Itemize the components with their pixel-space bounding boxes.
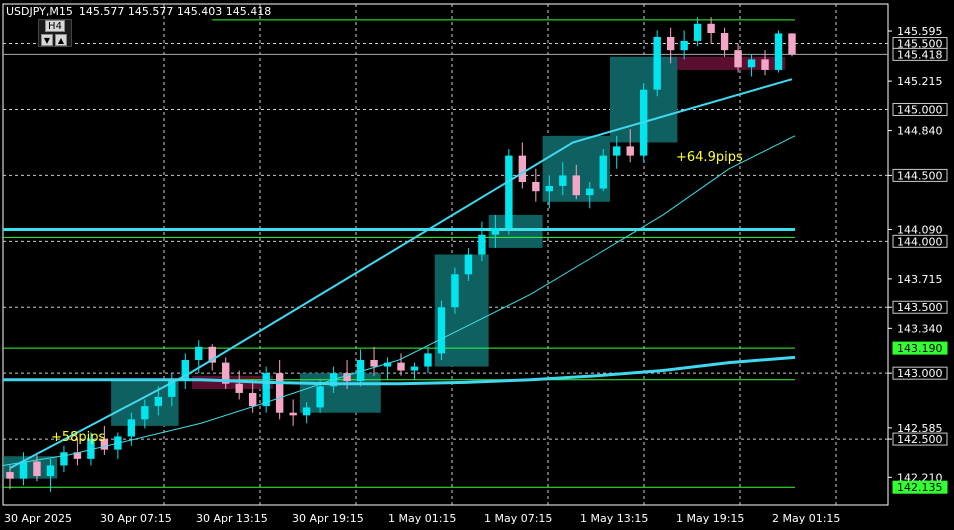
candlestick-chart: 145.595145.215144.840144.500144.090143.7… <box>2 3 948 525</box>
bull-candle <box>60 452 68 466</box>
time-label: 1 May 07:15 <box>484 512 552 525</box>
symbol-header: USDJPY,M15 145.577 145.577 145.403 145.41… <box>6 5 271 18</box>
price-tag-label: 143.190 <box>897 342 943 355</box>
bull-candle <box>302 407 311 416</box>
price-tag-label: 145.000 <box>897 103 943 116</box>
bull-candle <box>478 234 486 255</box>
time-label: 30 Apr 07:15 <box>100 512 172 525</box>
bull-candle <box>747 59 756 68</box>
bear-candle <box>788 33 796 55</box>
bull-candle <box>46 465 55 476</box>
timeframe-up-button[interactable]: ▲ <box>55 34 67 46</box>
price-tag-label: 143.500 <box>897 301 943 314</box>
bull-candle <box>464 254 473 275</box>
time-label: 30 Apr 13:15 <box>196 512 268 525</box>
bear-candle <box>532 181 540 192</box>
bull-candle <box>680 40 688 51</box>
bear-candle <box>572 175 580 196</box>
time-label: 30 Apr 2025 <box>4 512 72 525</box>
bull-candle <box>127 419 136 437</box>
bear-candle <box>666 36 675 51</box>
zone-layer <box>3 56 786 479</box>
price-tag-label: 142.135 <box>897 481 943 494</box>
bear-candle <box>235 383 243 393</box>
bull-candle <box>154 396 163 407</box>
time-label: 1 May 01:15 <box>388 512 456 525</box>
price-tag-label: 142.500 <box>897 433 943 446</box>
bull-candle <box>599 155 607 189</box>
bear-candle <box>370 359 378 367</box>
bull-candle <box>19 461 28 479</box>
magenta-zone <box>677 56 786 70</box>
bull-candle <box>491 228 500 235</box>
time-label: 2 May 01:15 <box>772 512 840 525</box>
bull-candle <box>437 307 446 354</box>
timeframe-down-button[interactable]: ▼ <box>41 34 53 46</box>
time-label: 1 May 13:15 <box>580 512 648 525</box>
price-tick-label: 144.840 <box>897 125 943 138</box>
bull-candle <box>653 36 661 90</box>
price-tick-label: 145.215 <box>897 75 943 88</box>
bear-candle <box>734 50 742 68</box>
bull-candle <box>613 146 621 156</box>
price-tag-label: 145.418 <box>897 48 943 61</box>
price-tag-label: 143.000 <box>897 367 943 380</box>
bull-candle <box>316 386 324 408</box>
bear-candle <box>518 155 527 182</box>
pips-annotation: +64.9pips <box>676 150 743 165</box>
bear-candle <box>6 472 14 479</box>
time-label: 30 Apr 19:15 <box>292 512 364 525</box>
bull-candle <box>424 353 432 367</box>
bear-candle <box>289 412 297 416</box>
bull-candle <box>774 33 783 70</box>
price-tick-label: 145.595 <box>897 25 943 38</box>
bull-candle <box>505 155 513 229</box>
teal-zone <box>299 373 381 413</box>
price-tick-label: 143.715 <box>897 273 943 286</box>
bull-candle <box>141 406 149 420</box>
pips-annotation: +58pips <box>51 430 106 445</box>
bear-candle <box>707 23 715 34</box>
timeframe-selector: H4 ▼ ▲ <box>38 19 72 47</box>
bull-candle <box>586 188 594 196</box>
bull-candle <box>451 274 459 308</box>
price-tag-label: 144.000 <box>897 235 943 248</box>
bull-candle <box>545 185 554 192</box>
bear-candle <box>761 59 769 70</box>
bear-candle <box>275 373 284 413</box>
bear-candle <box>248 392 257 407</box>
price-tag-label: 144.500 <box>897 169 943 182</box>
timeframe-label: H4 <box>45 20 65 32</box>
bear-candle <box>33 461 41 476</box>
bull-candle <box>693 23 702 41</box>
bear-candle <box>626 146 634 156</box>
bear-candle <box>397 362 405 371</box>
bear-candle <box>720 33 729 51</box>
bull-candle <box>559 175 567 186</box>
bull-candle <box>195 346 203 360</box>
bull-candle <box>410 366 419 371</box>
price-tick-label: 143.340 <box>897 322 943 335</box>
time-label: 1 May 19:15 <box>676 512 744 525</box>
